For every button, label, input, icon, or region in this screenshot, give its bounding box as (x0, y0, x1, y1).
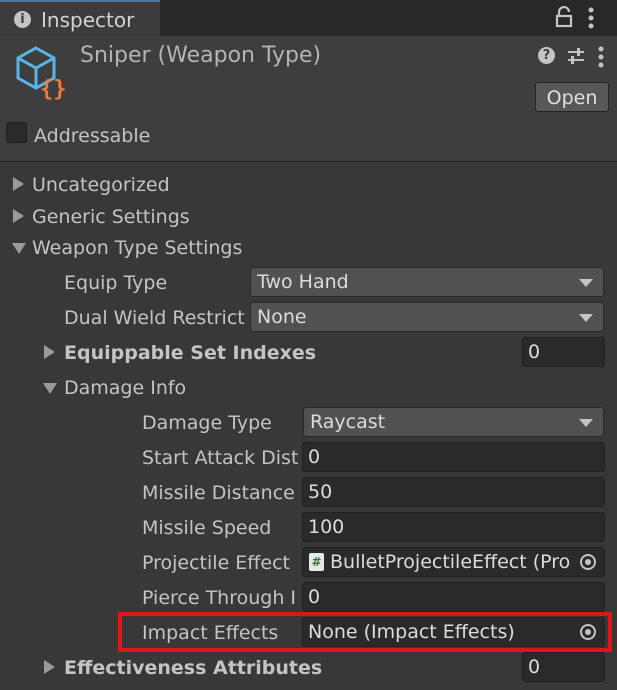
projectile-effect-object-field[interactable]: # BulletProjectileEffect (Pro (302, 547, 605, 577)
foldout-weapon-type-settings[interactable]: Weapon Type Settings (32, 236, 242, 260)
foldout-arrow-right-icon[interactable] (13, 209, 24, 223)
missile-distance-value: 50 (308, 481, 333, 503)
tab-inspector[interactable]: i Inspector (0, 0, 160, 36)
kebab-menu-icon[interactable] (586, 6, 596, 30)
lock-icon[interactable] (555, 6, 573, 28)
help-icon[interactable]: ? (538, 47, 555, 64)
object-picker-icon[interactable] (580, 554, 596, 570)
foldout-arrow-down-icon[interactable] (12, 243, 26, 254)
effectiveness-size-field[interactable]: 0 (522, 652, 605, 682)
equippable-set-size-field[interactable]: 0 (522, 337, 605, 367)
dual-wield-dropdown[interactable]: None (250, 302, 604, 332)
foldout-arrow-right-icon[interactable] (44, 345, 55, 359)
impact-effects-label: Impact Effects (142, 622, 279, 644)
preset-sliders-icon[interactable] (566, 46, 586, 66)
dropdown-caret-icon (579, 419, 593, 427)
start-attack-value: 0 (308, 446, 321, 468)
addressable-label: Addressable (34, 125, 151, 147)
svg-text:{}: {} (40, 77, 67, 100)
pierce-through-label: Pierce Through I (142, 587, 297, 609)
info-icon: i (14, 11, 31, 28)
kebab-menu-icon[interactable] (596, 46, 606, 68)
damage-type-label: Damage Type (142, 412, 272, 434)
object-picker-icon[interactable] (580, 624, 596, 640)
foldout-arrow-right-icon[interactable] (44, 660, 55, 674)
projectile-effect-label: Projectile Effect (142, 552, 290, 574)
impact-effects-object-field[interactable]: None (Impact Effects) (302, 617, 605, 647)
damage-info-foldout[interactable]: Damage Info (64, 376, 186, 400)
start-attack-field[interactable]: 0 (302, 442, 605, 472)
dual-wield-value: None (257, 306, 307, 328)
equippable-set-indexes-foldout[interactable]: Equippable Set Indexes (64, 341, 514, 365)
impact-effects-value: None (Impact Effects) (308, 621, 515, 643)
start-attack-label: Start Attack Dist (142, 447, 298, 469)
equip-type-label: Equip Type (64, 272, 168, 294)
scriptable-object-icon: {} (16, 46, 67, 100)
equippable-set-size-value: 0 (528, 341, 541, 363)
script-icon: # (309, 553, 324, 571)
effectiveness-attributes-foldout[interactable]: Effectiveness Attributes (64, 656, 514, 680)
asset-title: Sniper (Weapon Type) (80, 43, 322, 68)
equip-type-value: Two Hand (257, 271, 349, 293)
foldout-arrow-down-icon[interactable] (43, 383, 57, 394)
dropdown-caret-icon (579, 314, 593, 322)
dual-wield-label: Dual Wield Restrict (64, 307, 245, 329)
open-button[interactable]: Open (535, 82, 609, 112)
tab-label: Inspector (41, 8, 135, 32)
foldout-uncategorized[interactable]: Uncategorized (32, 173, 170, 197)
effectiveness-size-value: 0 (528, 656, 541, 678)
missile-speed-label: Missile Speed (142, 517, 272, 539)
pierce-through-value: 0 (308, 586, 321, 608)
missile-distance-label: Missile Distance (142, 482, 295, 504)
dropdown-caret-icon (579, 279, 593, 287)
foldout-generic-settings[interactable]: Generic Settings (32, 205, 190, 229)
pierce-through-field[interactable]: 0 (302, 582, 605, 612)
missile-speed-field[interactable]: 100 (302, 512, 605, 542)
damage-type-dropdown[interactable]: Raycast (303, 407, 604, 437)
missile-speed-value: 100 (308, 516, 345, 538)
damage-type-value: Raycast (310, 411, 386, 433)
projectile-effect-value: BulletProjectileEffect (Pro (330, 551, 570, 573)
foldout-arrow-right-icon[interactable] (13, 177, 24, 191)
missile-distance-field[interactable]: 50 (302, 477, 605, 507)
equip-type-dropdown[interactable]: Two Hand (250, 267, 604, 297)
addressable-checkbox[interactable] (6, 122, 27, 143)
